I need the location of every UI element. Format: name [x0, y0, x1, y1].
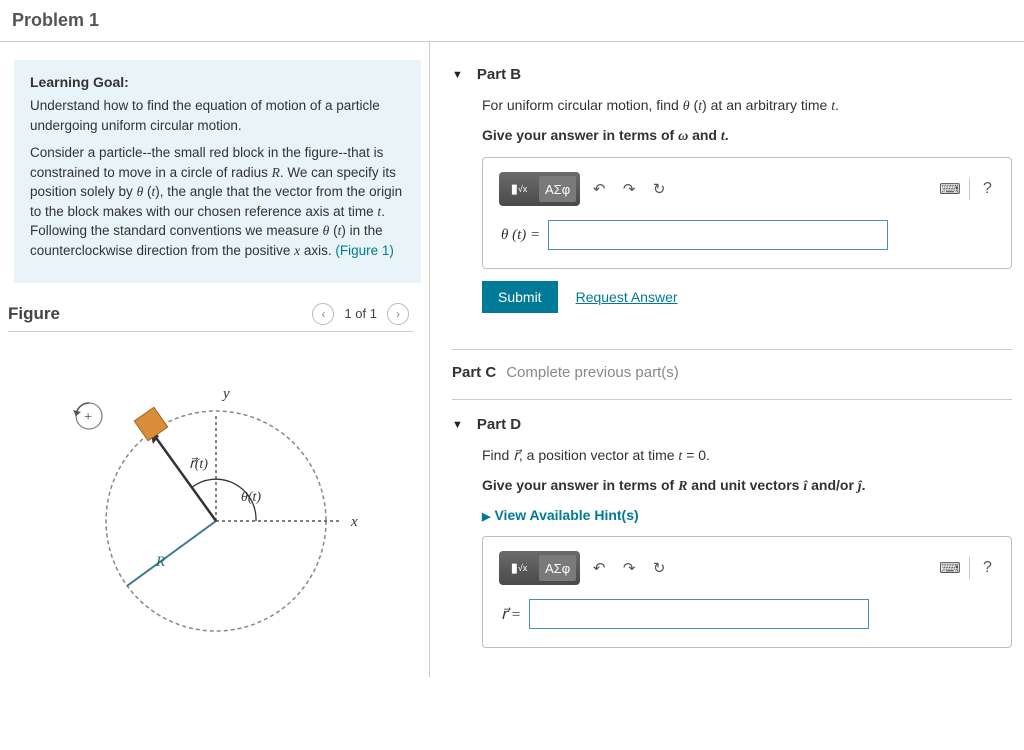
figure-diagram: + y x r⃗(t) θ(t) R — [0, 346, 421, 659]
view-hints-link[interactable]: ▶View Available Hint(s) — [482, 507, 639, 523]
submit-row-b: Submit Request Answer — [482, 281, 1012, 313]
part-c-row: Part C Complete previous part(s) — [452, 360, 1012, 395]
reset-icon[interactable]: ↻ — [648, 557, 670, 579]
keyboard-icon[interactable]: ⌨ — [939, 178, 961, 200]
request-answer-link[interactable]: Request Answer — [576, 289, 678, 305]
submit-button[interactable]: Submit — [482, 281, 558, 313]
part-c-title: Part C — [452, 364, 496, 381]
help-icon[interactable]: ? — [969, 557, 995, 579]
figure-header: Figure ‹ 1 of 1 › — [8, 303, 409, 325]
part-b-description: For uniform circular motion, find θ (t) … — [482, 95, 1012, 117]
problem-header: Problem 1 — [0, 0, 1024, 42]
figure-heading: Figure — [8, 304, 60, 324]
equation-editor-b: ▮√x ΑΣφ ↶ ↷ ↻ ⌨ ? θ (t) = — [482, 157, 1012, 269]
templates-button[interactable]: ▮√x — [503, 555, 535, 581]
reset-icon[interactable]: ↻ — [648, 178, 670, 200]
part-d-description: Find r⃗, a position vector at time t = 0… — [482, 445, 1012, 467]
part-b-instruction: Give your answer in terms of ω and t. — [482, 125, 1012, 147]
templates-button[interactable]: ▮√x — [503, 176, 535, 202]
figure-prev-button[interactable]: ‹ — [312, 303, 334, 325]
learning-goal-text-1: Understand how to find the equation of m… — [30, 96, 405, 135]
learning-goal-box: Learning Goal: Understand how to find th… — [14, 60, 421, 283]
greek-button[interactable]: ΑΣφ — [539, 555, 576, 581]
redo-icon[interactable]: ↷ — [618, 557, 640, 579]
undo-icon[interactable]: ↶ — [588, 178, 610, 200]
redo-icon[interactable]: ↷ — [618, 178, 640, 200]
collapse-icon: ▼ — [452, 69, 463, 81]
help-icon[interactable]: ? — [969, 178, 995, 200]
svg-text:+: + — [83, 410, 92, 425]
answer-row-b: θ (t) = — [493, 216, 1001, 254]
figure-next-button[interactable]: › — [387, 303, 409, 325]
section-divider-1 — [452, 349, 1012, 350]
equation-toolbar-b: ▮√x ΑΣφ ↶ ↷ ↻ ⌨ ? — [493, 168, 1001, 216]
answer-label-b: θ (t) = — [501, 227, 540, 244]
svg-text:θ(t): θ(t) — [241, 490, 261, 505]
problem-title: Problem 1 — [12, 10, 1012, 31]
answer-row-d: r⃗ = — [493, 595, 1001, 633]
svg-text:r⃗(t): r⃗(t) — [189, 457, 208, 472]
part-b-title: Part B — [477, 66, 521, 83]
answer-input-d[interactable] — [529, 599, 869, 629]
toolbar-group: ▮√x ΑΣφ — [499, 551, 580, 585]
collapse-icon: ▼ — [452, 419, 463, 431]
answer-label-d: r⃗ = — [501, 605, 521, 624]
part-d-instruction: Give your answer in terms of R and unit … — [482, 475, 1012, 497]
main-columns: Learning Goal: Understand how to find th… — [0, 42, 1024, 677]
equation-toolbar-d: ▮√x ΑΣφ ↶ ↷ ↻ ⌨ ? — [493, 547, 1001, 595]
figure-divider — [8, 331, 413, 332]
part-c-message: Complete previous part(s) — [506, 364, 679, 381]
section-divider-2 — [452, 399, 1012, 400]
learning-goal-heading: Learning Goal: — [30, 74, 405, 90]
part-d-title: Part D — [477, 416, 521, 433]
answer-input-b[interactable] — [548, 220, 888, 250]
figure-counter: 1 of 1 — [344, 306, 377, 321]
toolbar-group: ▮√x ΑΣφ — [499, 172, 580, 206]
svg-text:R: R — [155, 554, 165, 570]
keyboard-icon[interactable]: ⌨ — [939, 557, 961, 579]
undo-icon[interactable]: ↶ — [588, 557, 610, 579]
part-b-body: For uniform circular motion, find θ (t) … — [452, 89, 1012, 345]
svg-text:x: x — [350, 514, 358, 530]
figure-link[interactable]: (Figure 1) — [335, 243, 394, 258]
svg-text:y: y — [221, 386, 230, 402]
part-b-header[interactable]: ▼ Part B — [452, 60, 1012, 89]
part-d-body: Find r⃗, a position vector at time t = 0… — [452, 439, 1012, 676]
part-d-header[interactable]: ▼ Part D — [452, 410, 1012, 439]
learning-goal-text-2: Consider a particle--the small red block… — [30, 143, 405, 260]
left-column: Learning Goal: Understand how to find th… — [0, 42, 430, 677]
figure-nav: ‹ 1 of 1 › — [312, 303, 409, 325]
greek-button[interactable]: ΑΣφ — [539, 176, 576, 202]
equation-editor-d: ▮√x ΑΣφ ↶ ↷ ↻ ⌨ ? r⃗ = — [482, 536, 1012, 648]
right-column: ▼ Part B For uniform circular motion, fi… — [430, 42, 1024, 677]
